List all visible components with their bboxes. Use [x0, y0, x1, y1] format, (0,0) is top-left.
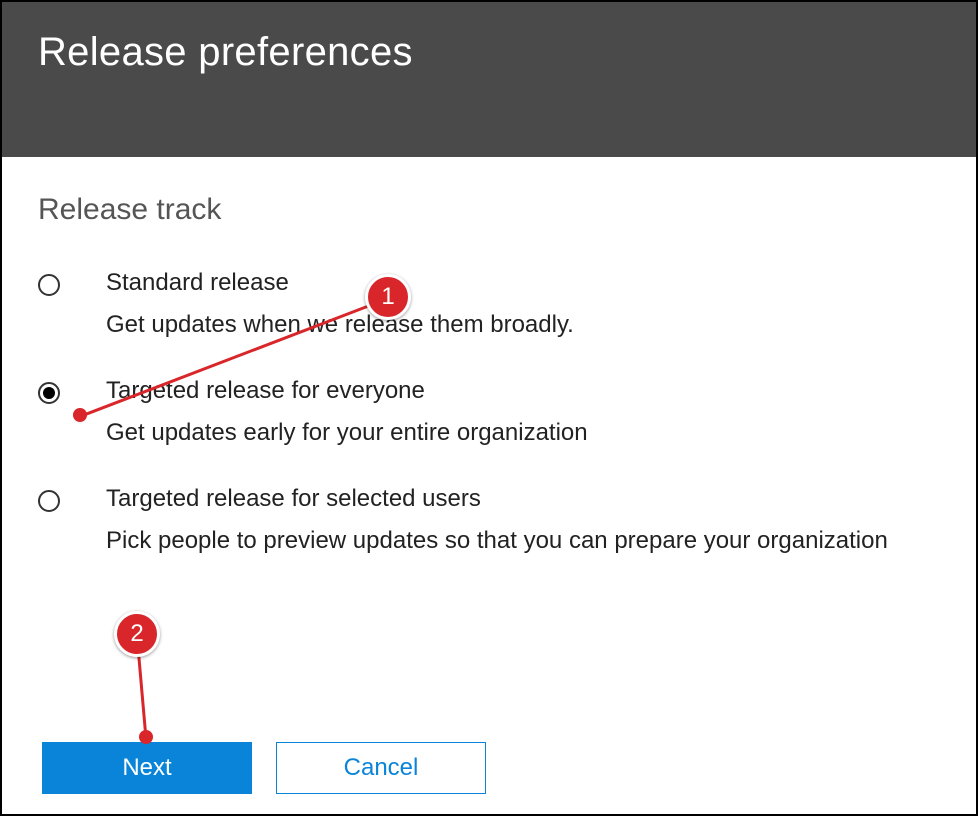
option-description: Get updates when we release them broadly…: [106, 311, 940, 339]
section-title: Release track: [38, 193, 940, 227]
option-text: Standard release Get updates when we rel…: [106, 269, 940, 339]
dialog-title: Release preferences: [38, 30, 940, 75]
radio-targeted-everyone[interactable]: [38, 382, 60, 404]
annotation-endpoint-dot: [73, 408, 87, 422]
release-track-options: Standard release Get updates when we rel…: [38, 269, 940, 555]
option-label: Standard release: [106, 269, 940, 297]
option-description: Pick people to preview updates so that y…: [106, 527, 940, 555]
option-targeted-selected[interactable]: Targeted release for selected users Pick…: [38, 485, 940, 555]
option-text: Targeted release for everyone Get update…: [106, 377, 940, 447]
option-label: Targeted release for everyone: [106, 377, 940, 405]
annotation-badge: 2: [114, 611, 160, 657]
option-targeted-everyone[interactable]: Targeted release for everyone Get update…: [38, 377, 940, 447]
option-text: Targeted release for selected users Pick…: [106, 485, 940, 555]
cancel-button[interactable]: Cancel: [276, 742, 486, 794]
dialog-buttons: Next Cancel: [42, 742, 486, 794]
radio-targeted-selected[interactable]: [38, 490, 60, 512]
option-description: Get updates early for your entire organi…: [106, 419, 940, 447]
radio-standard-release[interactable]: [38, 274, 60, 296]
next-button[interactable]: Next: [42, 742, 252, 794]
option-standard-release[interactable]: Standard release Get updates when we rel…: [38, 269, 940, 339]
annotation-badge: 1: [365, 274, 411, 320]
dialog-body: Release track Standard release Get updat…: [2, 157, 976, 613]
option-label: Targeted release for selected users: [106, 485, 940, 513]
annotation-endpoint-dot: [139, 730, 153, 744]
dialog-header: Release preferences: [2, 2, 976, 157]
